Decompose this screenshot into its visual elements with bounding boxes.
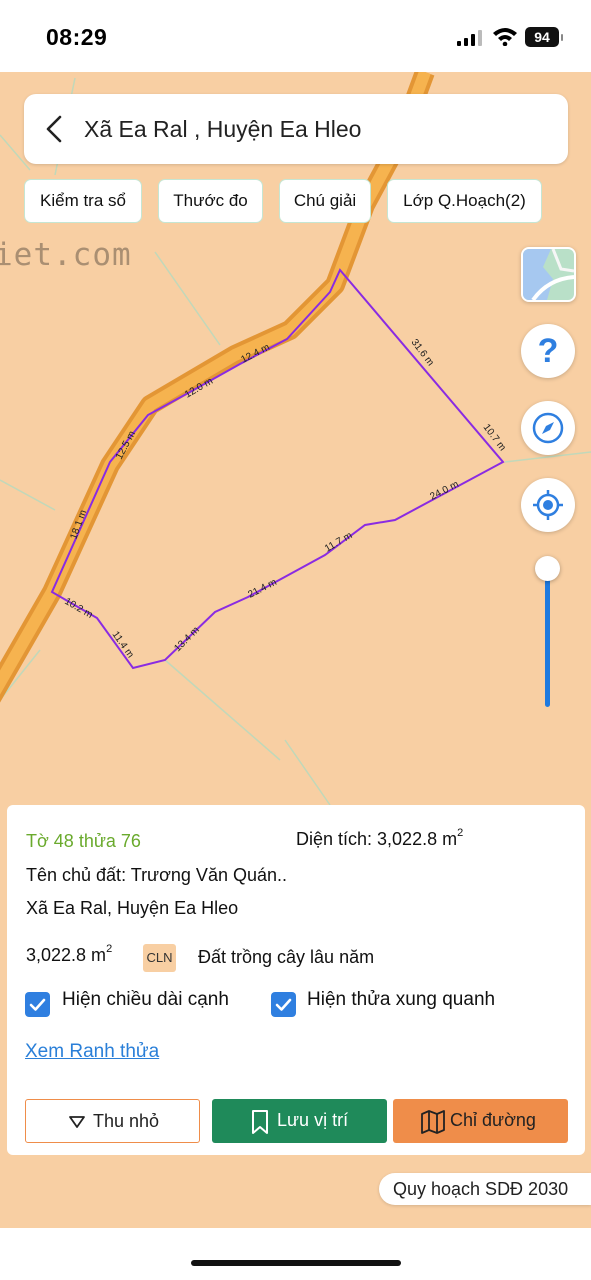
map-watermark: iet.com — [0, 237, 132, 273]
map-fold-icon — [421, 1110, 445, 1134]
show-edge-length-label[interactable]: Hiện chiều dài cạnh — [62, 989, 229, 1011]
home-indicator[interactable] — [191, 1260, 401, 1266]
parcel-info-panel: Tờ 48 thửa 76 Diện tích: 3,022.8 m2 Tên … — [7, 805, 585, 1155]
compass-icon — [532, 412, 564, 444]
edge-label: 11.7 m — [323, 530, 354, 554]
show-edge-length-checkbox[interactable] — [25, 992, 50, 1017]
edge-labels: 31.6 m 10.7 m 24.0 m 11.7 m 21.4 m 13.4 … — [63, 337, 508, 660]
show-neighbors-label[interactable]: Hiện thửa xung quanh — [307, 989, 495, 1011]
help-button[interactable]: ? — [521, 324, 575, 378]
edge-label: 13.4 m — [172, 625, 201, 654]
owner-name: Tên chủ đất: Trương Văn Quán.. — [26, 865, 287, 885]
edge-label: 21.4 m — [246, 577, 278, 601]
measure-button[interactable]: Thước đo — [158, 179, 263, 223]
back-chevron-icon[interactable] — [42, 114, 68, 144]
edge-label: 10.7 m — [481, 422, 508, 453]
legend-button[interactable]: Chú giải — [279, 179, 371, 223]
land-code-badge: CLN — [143, 944, 176, 972]
edge-label: 24.0 m — [428, 479, 460, 503]
svg-text:?: ? — [538, 332, 559, 370]
shrink-button-label: Thu nhỏ — [93, 1111, 160, 1131]
checkmark-icon — [29, 998, 46, 1011]
directions-button[interactable]: Chỉ đường — [393, 1099, 568, 1143]
parcel-address: Xã Ea Ral, Huyện Ea Hleo — [26, 898, 239, 918]
parcel-id: Tờ 48 thửa 76 — [26, 831, 141, 851]
status-bar: 08:29 94 — [0, 0, 591, 72]
area-label: Diện tích: 3,022.8 m2 — [296, 827, 464, 849]
planning-year-label[interactable]: Quy hoạch SDĐ 2030 — [379, 1173, 591, 1205]
battery-indicator: 94 — [525, 27, 563, 47]
my-location-button[interactable] — [521, 478, 575, 532]
question-mark-icon: ? — [538, 332, 559, 370]
compass-button[interactable] — [521, 401, 575, 455]
edge-label: 31.6 m — [409, 337, 436, 368]
directions-label: Chỉ đường — [450, 1110, 536, 1130]
search-bar[interactable]: Xã Ea Ral , Huyện Ea Hleo — [24, 94, 568, 164]
planning-layer-button[interactable]: Lớp Q.Hoạch(2) — [387, 179, 542, 223]
show-neighbors-checkbox[interactable] — [271, 992, 296, 1017]
wifi-icon — [493, 28, 517, 46]
zoom-slider-track[interactable] — [545, 569, 550, 707]
zoom-slider-handle[interactable] — [535, 556, 560, 581]
land-type: Đất trồng cây lâu năm — [198, 947, 375, 967]
map-view[interactable]: 31.6 m 10.7 m 24.0 m 11.7 m 21.4 m 13.4 … — [0, 72, 591, 1228]
save-location-button[interactable]: Lưu vị trí — [212, 1099, 387, 1143]
edge-label: 11.4 m — [110, 629, 136, 660]
map-type-button[interactable] — [521, 247, 576, 302]
save-location-label: Lưu vị trí — [277, 1110, 349, 1130]
edge-label: 10.2 m — [63, 596, 95, 621]
shrink-button[interactable]: Thu nhỏ — [25, 1099, 200, 1143]
bookmark-icon — [252, 1110, 268, 1134]
location-title: Xã Ea Ral , Huyện Ea Hleo — [84, 116, 362, 142]
view-boundary-link[interactable]: Xem Ranh thửa — [25, 1041, 159, 1063]
check-book-button[interactable]: Kiểm tra sổ — [24, 179, 142, 223]
cellular-signal-icon — [457, 30, 482, 46]
locate-icon — [533, 490, 563, 520]
triangle-down-icon — [69, 1116, 85, 1128]
map-layer-icon — [523, 249, 574, 300]
checkmark-icon — [275, 998, 292, 1011]
clock: 08:29 — [46, 24, 108, 50]
area-value: 3,022.8 m2 — [26, 943, 113, 965]
